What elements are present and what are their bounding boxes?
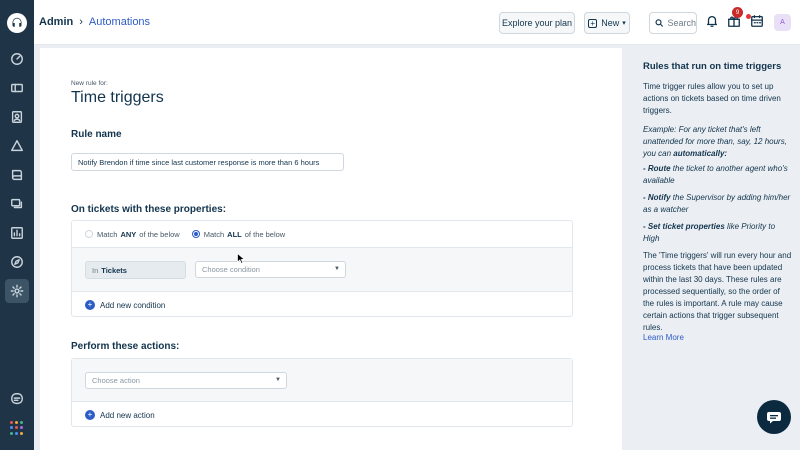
help-notify-strong: - Notify [643,193,671,202]
plus-circle-icon: + [85,300,95,310]
action-placeholder: Choose action [92,376,140,385]
explore-plan-button[interactable]: Explore your plan [499,12,575,34]
search-icon [655,19,664,27]
chat-widget-button[interactable] [757,400,791,434]
in-tickets-field: In Tickets [85,261,186,279]
feedback-icon[interactable] [7,389,27,409]
mouse-cursor-icon [237,253,245,264]
choose-action-select[interactable]: Choose action ▼ [85,372,287,389]
in-value: Tickets [101,265,127,275]
add-action-button[interactable]: + Add new action [85,410,155,420]
match-any-strong: ANY [120,229,137,239]
dashboard-icon[interactable] [7,49,27,69]
chevron-down-icon: ▼ [334,266,340,272]
search-box[interactable]: Search [649,12,697,34]
help-example: Example: For any ticket that's left unat… [643,124,793,160]
tickets-icon[interactable] [7,78,27,98]
avatar[interactable]: A [774,14,791,31]
apps-grid-icon[interactable] [10,421,24,435]
match-any-radio[interactable]: Match ANY of the below [85,230,180,239]
search-placeholder: Search [667,18,696,28]
help-title: Rules that run on time triggers [643,61,782,72]
add-condition-label: Add new condition [100,300,166,310]
help-example-strong: automatically: [673,149,728,158]
match-all-post: of the below [244,229,286,239]
help-notify: - Notify the Supervisor by adding him/he… [643,192,793,216]
match-all-pre: Match [203,229,225,239]
help-panel: Rules that run on time triggers Time tri… [629,48,800,450]
contacts-icon[interactable] [7,107,27,127]
book-icon[interactable] [7,165,27,185]
match-row: Match ANY of the below Match ALL of the … [72,221,572,247]
learn-more-link[interactable]: Learn More [643,332,793,344]
choose-condition-select[interactable]: Choose condition ▼ [195,261,346,278]
gear-icon[interactable] [5,279,29,303]
chevron-right-icon: › [79,16,83,28]
help-route: - Route the ticket to another agent who'… [643,163,793,187]
help-set-strong: - Set ticket properties [643,222,725,231]
actions-panel: Choose action ▼ + Add new action [71,358,573,427]
new-button-label: New [601,18,620,28]
breadcrumb: Admin › Automations [39,16,150,28]
actions-label: Perform these actions: [71,341,180,352]
groups-icon[interactable] [7,136,27,156]
match-all-radio[interactable]: Match ALL of the below [191,229,286,239]
conditions-panel: Match ANY of the below Match ALL of the … [71,220,573,317]
help-intro: Time trigger rules allow you to set up a… [643,82,781,115]
condition-row: In Tickets Choose condition ▼ [72,247,572,292]
chat-bubbles-icon[interactable] [7,194,27,214]
rule-name-input[interactable]: Notify Brendon if time since last custom… [71,153,344,171]
page-title: Time triggers [71,89,164,106]
condition-placeholder: Choose condition [202,265,260,274]
calendar-icon[interactable] [750,14,766,30]
new-button[interactable]: + New ▾ [584,12,630,34]
in-label: In [92,265,99,275]
breadcrumb-admin[interactable]: Admin [39,16,73,28]
logo-headset-icon[interactable] [7,13,27,33]
plus-circle-icon: + [85,410,95,420]
match-all-strong: ALL [227,229,242,239]
match-any-post: of the below [139,229,180,239]
match-any-pre: Match [97,229,118,239]
radio-circle [85,230,93,238]
bell-icon[interactable] [705,14,721,30]
plus-icon: + [588,18,598,28]
chevron-down-icon: ▼ [275,377,281,383]
gift-badge: 9 [732,7,743,18]
help-set: - Set ticket properties like Priority to… [643,221,793,245]
radio-circle-selected [191,230,200,238]
top-header: Admin › Automations Explore your plan + … [34,0,800,45]
add-condition-button[interactable]: + Add new condition [85,300,165,310]
reports-icon[interactable] [7,223,27,243]
compass-icon[interactable] [7,252,27,272]
rule-editor: New rule for: Time triggers Rule name No… [40,48,622,450]
help-route-strong: - Route [643,164,671,173]
rule-name-label: Rule name [71,129,122,140]
add-action-label: Add new action [100,410,155,420]
help-body: The 'Time triggers' will run every hour … [643,251,792,332]
action-row: Choose action ▼ [72,359,572,402]
page-subtitle: New rule for: [71,80,108,87]
breadcrumb-automations[interactable]: Automations [89,16,150,28]
chevron-down-icon: ▾ [622,20,626,27]
sidebar [0,0,34,450]
chat-icon [767,412,781,424]
conditions-label: On tickets with these properties: [71,204,227,215]
